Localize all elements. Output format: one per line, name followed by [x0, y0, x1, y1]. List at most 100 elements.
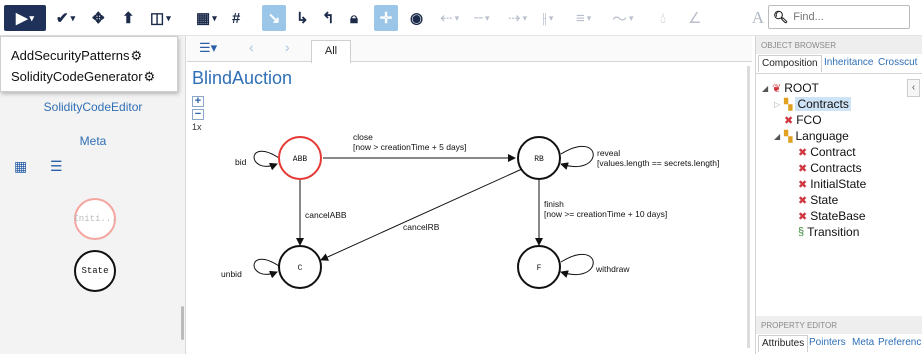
edge-cancel-rb[interactable]	[320, 168, 523, 261]
text-color-icon[interactable]: A	[752, 8, 764, 28]
fill-color-icon[interactable]: 💧︎	[660, 5, 666, 31]
tree-item-state[interactable]: ✖ State	[798, 193, 838, 207]
list-view-icon[interactable]: ☰	[50, 158, 63, 175]
right-panel: OBJECT BROWSER Composition Inheritance C…	[755, 36, 922, 354]
line-pattern-menu-icon[interactable]: ≡ ▾	[576, 5, 591, 31]
edge-bid[interactable]	[253, 150, 280, 171]
columns-menu-button[interactable]: ◫ ▾	[150, 5, 171, 31]
label-finish: finish	[544, 199, 564, 209]
line-type-menu-icon[interactable]: 〜 ▾	[612, 5, 634, 31]
tree-item-contracts-child[interactable]: ✖ Contracts	[798, 161, 862, 175]
tree-item-contracts[interactable]: ▷ ▚ Contracts	[774, 97, 851, 111]
canvas-scrollbar[interactable]	[747, 66, 750, 348]
line-style-menu-icon[interactable]: ╌ ▾	[474, 5, 490, 31]
solidity-code-generator-item[interactable]: SolidityCodeGenerator⚙	[11, 69, 155, 85]
state-f-label: F	[537, 264, 542, 273]
label-close: close	[353, 132, 373, 142]
solidity-code-editor-link[interactable]: SolidityCodeEditor	[0, 100, 186, 114]
arrow-right-menu-icon[interactable]: ⇢ ▾	[508, 5, 527, 31]
tree-label: Transition	[807, 225, 860, 239]
palette-view-tabs: ▦ ☰	[0, 154, 186, 178]
play-menu-button[interactable]: ▶ ▾	[4, 5, 46, 31]
collapse-panel-button[interactable]: ‹	[907, 79, 920, 97]
hash-icon[interactable]: #	[232, 5, 240, 31]
label-finish-guard: [now >= creationTime + 10 days]	[544, 209, 667, 219]
root-icon: ❦	[772, 82, 782, 95]
find-box[interactable]: 🔍︎	[768, 5, 910, 29]
collapsed-arrow-icon[interactable]: ▷	[774, 100, 784, 109]
meta-node-icon: ✖	[798, 210, 808, 223]
search-icon: 🔍︎	[773, 10, 789, 24]
tab-composition[interactable]: Composition	[758, 55, 822, 72]
tab-pointers[interactable]: Pointers	[809, 337, 846, 348]
tree-item-initialstate[interactable]: ✖ InitialState	[798, 177, 866, 191]
eye-icon[interactable]: ◉	[410, 5, 423, 31]
label-close-guard: [now > creationTime + 5 days]	[353, 142, 467, 152]
meta-node-icon: ✖	[798, 146, 808, 159]
tab-meta[interactable]: Meta	[852, 337, 874, 348]
move-icon[interactable]: ✥	[92, 5, 105, 31]
tree-label: Contracts	[795, 97, 851, 111]
tree-label: Contract	[810, 145, 856, 159]
connection-icon: §	[798, 226, 805, 238]
tab-preferences[interactable]: Preferenc	[878, 337, 921, 348]
state-abb-label: ABB	[293, 155, 308, 164]
object-browser-tabs: Composition Inheritance Crosscut	[756, 54, 922, 74]
tree-label: Contracts	[810, 161, 862, 175]
tab-inheritance[interactable]: Inheritance	[824, 57, 873, 68]
property-editor-tabs: Attributes Pointers Meta Preferenc	[756, 334, 922, 354]
line-width-menu-icon[interactable]: ⫲ ▾	[542, 5, 553, 31]
palette-initial-state[interactable]: Initi...	[73, 198, 117, 240]
tree-item-root[interactable]: ◢ ❦ ROOT	[762, 81, 819, 95]
tree-label: FCO	[796, 113, 822, 127]
diagram-canvas[interactable]: ABB RB C F bid close [now > creationTime…	[187, 36, 752, 354]
edge-unbid[interactable]	[253, 258, 280, 279]
tree-label: Language	[795, 129, 849, 143]
connect-icon[interactable]: ↳	[296, 5, 309, 31]
tree-label: State	[810, 193, 839, 207]
label-reveal-guard: [values.length == secrets.length]	[597, 158, 719, 168]
grid-view-icon[interactable]: ▦	[14, 158, 27, 175]
left-scrollbar[interactable]	[181, 306, 184, 340]
meta-link[interactable]: Meta	[0, 134, 186, 148]
folder-icon: ▚	[784, 98, 793, 111]
edge-reveal[interactable]	[560, 145, 594, 170]
model-editor: ☰▾ ‹ › All BlindAuction + − 1x ABB RB C	[187, 36, 752, 354]
lock-icon[interactable]: 🔒︎	[350, 5, 358, 31]
upload-icon[interactable]: ⬆	[122, 5, 135, 31]
gear-icon: ⚙	[143, 69, 156, 84]
meta-node-icon: ✖	[798, 178, 808, 191]
check-menu-button[interactable]: ✔ ▾	[56, 5, 75, 31]
pointer-tool-icon[interactable]: ↘	[262, 5, 286, 31]
add-security-patterns-item[interactable]: AddSecurityPatterns⚙	[11, 48, 142, 64]
tab-crosscut[interactable]: Crosscut	[878, 57, 917, 68]
state-c-label: C	[298, 264, 303, 273]
toolbar: ▶ ▾ ✔ ▾ ✥ ⬆ ◫ ▾ ▦ ▾ # ↘ ↳ ↰ 🔒︎ ✛ ◉ ⇠ ▾ ╌ ▾ ⇢ ▾ …	[0, 0, 922, 36]
grid-menu-button[interactable]: ▦ ▾	[196, 5, 217, 31]
find-input[interactable]	[791, 10, 910, 24]
palette-state[interactable]: State	[74, 250, 116, 292]
tree-item-language[interactable]: ◢ ▚ Language	[774, 129, 849, 143]
pan-icon[interactable]: ✛	[374, 5, 398, 31]
object-browser-header: OBJECT BROWSER	[756, 36, 922, 54]
tree-label: ROOT	[784, 81, 819, 95]
meta-node-icon: ✖	[798, 162, 808, 175]
label-cancel-rb: cancelRB	[403, 222, 440, 232]
menu-item-label: SolidityCodeGenerator	[11, 69, 143, 84]
label-withdraw: withdraw	[595, 264, 630, 274]
tab-attributes[interactable]: Attributes	[758, 335, 809, 352]
arrow-left-menu-icon[interactable]: ⇠ ▾	[440, 5, 459, 31]
meta-node-icon: ✖	[784, 114, 794, 127]
reroute-icon[interactable]: ↰	[322, 5, 335, 31]
expand-arrow-icon[interactable]: ◢	[762, 84, 772, 93]
border-color-icon[interactable]: ∠	[688, 5, 701, 31]
state-rb-label: RB	[534, 155, 544, 164]
label-reveal: reveal	[597, 148, 620, 158]
tree-item-fco[interactable]: ✖ FCO	[784, 113, 822, 127]
tree-item-statebase[interactable]: ✖ StateBase	[798, 209, 866, 223]
tree-item-transition[interactable]: § Transition	[798, 225, 859, 239]
tree-item-contract[interactable]: ✖ Contract	[798, 145, 856, 159]
edge-withdraw[interactable]	[560, 253, 594, 278]
plugin-dropdown-menu: AddSecurityPatterns⚙ SolidityCodeGenerat…	[0, 36, 178, 92]
expand-arrow-icon[interactable]: ◢	[774, 132, 784, 141]
